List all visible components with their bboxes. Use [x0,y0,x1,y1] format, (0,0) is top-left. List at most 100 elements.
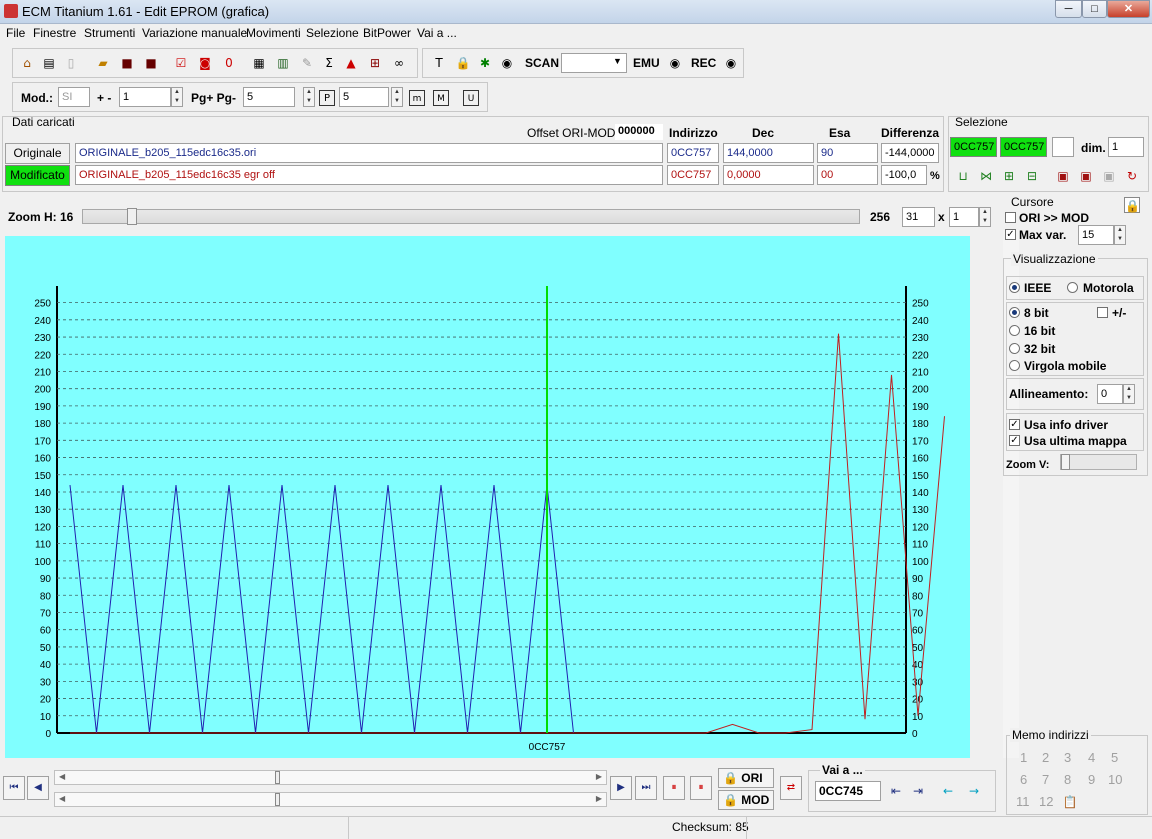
m-big-icon[interactable]: M [433,90,449,106]
mod-button[interactable]: 🔒 MOD [718,790,774,810]
runner-icon[interactable]: ✱ [477,55,493,71]
signed-checkbox[interactable] [1097,307,1108,318]
usa-info-checkbox[interactable]: ✓ [1009,419,1020,430]
save-as-icon[interactable]: ■ [143,55,159,71]
menu-vai-a[interactable]: Vai a ... [417,26,457,40]
select-end-icon[interactable]: ⊟ [1024,168,1040,184]
memo-7[interactable]: 7 [1042,772,1049,787]
paste-disabled-icon[interactable]: ▣ [1101,168,1117,184]
compare-icon[interactable]: ◙ [197,55,213,71]
m-small-icon[interactable]: m [409,90,425,106]
first-page-button[interactable]: ⏮ [3,776,25,800]
record-icon[interactable]: ◉ [499,55,515,71]
diff-prev-button[interactable]: ⏸ [663,776,685,800]
motorola-radio[interactable] [1067,282,1078,293]
menu-strumenti[interactable]: Strumenti [84,26,135,40]
modificato-button[interactable]: Modificato [5,165,70,186]
memo-6[interactable]: 6 [1020,772,1027,787]
scroll-right-icon[interactable]: ▶ [596,772,602,781]
originale-button[interactable]: Originale [5,143,70,164]
emu-record-icon[interactable]: ◉ [667,55,683,71]
calculator-icon[interactable]: ▥ [275,55,291,71]
home-icon[interactable]: ⌂ [19,55,35,71]
next-button[interactable]: ▶ [610,776,632,800]
scroll2-left-icon[interactable]: ◀ [59,794,65,803]
memo-clipboard-icon[interactable]: 📋 [1062,794,1078,810]
16bit-radio[interactable] [1009,325,1020,336]
menu-variazione-manuale[interactable]: Variazione manuale [142,26,247,40]
goto-icon-1[interactable]: ⇤ [888,783,904,799]
mod-field[interactable]: SI [58,87,90,107]
memo-12[interactable]: 12 [1039,794,1053,809]
select-mark-icon[interactable]: ⋈ [978,168,994,184]
reset-icon[interactable]: ↻ [1124,168,1140,184]
sum-icon[interactable]: Σ [321,55,337,71]
scroll-thumb-1[interactable] [275,771,280,784]
prev-button[interactable]: ◀ [27,776,49,800]
minimize-button[interactable]: ─ [1055,0,1082,18]
windows-icon[interactable]: ▤ [41,55,57,71]
usa-ultima-checkbox[interactable]: ✓ [1009,435,1020,446]
copy-icon[interactable]: ▯ [63,55,79,71]
zoom-field-2[interactable]: 1 [949,207,979,227]
zoom-v-slider[interactable] [1060,454,1137,470]
select-start-icon[interactable]: ⊔ [955,168,971,184]
zoom-h-thumb[interactable] [127,208,137,225]
scroll2-right-icon[interactable]: ▶ [596,794,602,803]
eprom-chart[interactable]: 0 010 1020 2030 3040 4050 5060 6070 7080 8090 9010… [5,236,970,758]
step-field[interactable]: 1 [119,87,171,107]
max-var-checkbox[interactable]: ✓ [1005,229,1016,240]
ori-mod-checkbox[interactable] [1005,212,1016,223]
virgola-radio[interactable] [1009,360,1020,371]
menu-file[interactable]: File [6,26,25,40]
memo-4[interactable]: 4 [1088,750,1095,765]
horizontal-scroll-2[interactable]: ◀ ▶ [54,792,607,807]
paste-selection-icon[interactable]: ▣ [1078,168,1094,184]
last-page-button[interactable]: ⏭ [635,776,657,800]
text-icon[interactable]: T [431,55,447,71]
swap-button[interactable]: ⇄ [780,776,802,800]
memo-3[interactable]: 3 [1064,750,1071,765]
menu-movimenti[interactable]: Movimenti [246,26,301,40]
selection-to[interactable]: 0CC757 [1000,137,1047,157]
shapes-icon[interactable]: ▲ [343,55,359,71]
export-icon[interactable]: ✎ [299,55,315,71]
open-folder-icon[interactable]: ▰ [95,55,111,71]
p-icon[interactable]: P [319,90,335,106]
memo-10[interactable]: 10 [1108,772,1122,787]
32bit-radio[interactable] [1009,343,1020,354]
p-field[interactable]: 5 [339,87,389,107]
memo-2[interactable]: 2 [1042,750,1049,765]
menu-selezione[interactable]: Selezione [306,26,359,40]
rec-record-icon[interactable]: ◉ [723,55,739,71]
memo-8[interactable]: 8 [1064,772,1071,787]
menu-bitpower[interactable]: BitPower [363,26,411,40]
marker-left-icon[interactable]: ← [940,783,956,799]
max-var-spinner[interactable]: ▲ ▼ [1114,225,1126,245]
zoom-v-thumb[interactable] [1061,454,1070,470]
memo-1[interactable]: 1 [1020,750,1027,765]
p-spinner[interactable]: ▲ ▼ [391,87,403,107]
marker-right-icon[interactable]: → [966,783,982,799]
page-spinner[interactable]: ▲ ▼ [303,87,315,107]
ieee-radio[interactable] [1009,282,1020,293]
horizontal-scroll-1[interactable]: ◀ ▶ [54,770,607,785]
lock-cursor-icon[interactable]: 🔒 [1124,197,1140,213]
check-icon[interactable]: ☑ [173,55,189,71]
step-spinner[interactable]: ▲ ▼ [171,87,183,107]
document-icon[interactable]: ▦ [251,55,267,71]
close-button[interactable]: ✕ [1107,0,1150,18]
page-field[interactable]: 5 [243,87,295,107]
goto-address-field[interactable]: 0CC745 [815,781,881,801]
goto-icon-2[interactable]: ⇥ [910,783,926,799]
graph-area[interactable]: 0 0 10 10 20 20 30 30 40 40 50 50 60 60 70 70 80 80 90 90 10… [5,236,970,758]
zoom-h-slider[interactable] [82,208,860,225]
select-plus-icon[interactable]: ⊞ [1001,168,1017,184]
scroll-thumb-2[interactable] [275,793,280,806]
graph-icon[interactable]: ⊞ [367,55,383,71]
diff-next-button[interactable]: ⏸ [690,776,712,800]
ori-button[interactable]: 🔒 ORI [718,768,774,788]
memo-5[interactable]: 5 [1111,750,1118,765]
8bit-radio[interactable] [1009,307,1020,318]
scroll-left-icon[interactable]: ◀ [59,772,65,781]
